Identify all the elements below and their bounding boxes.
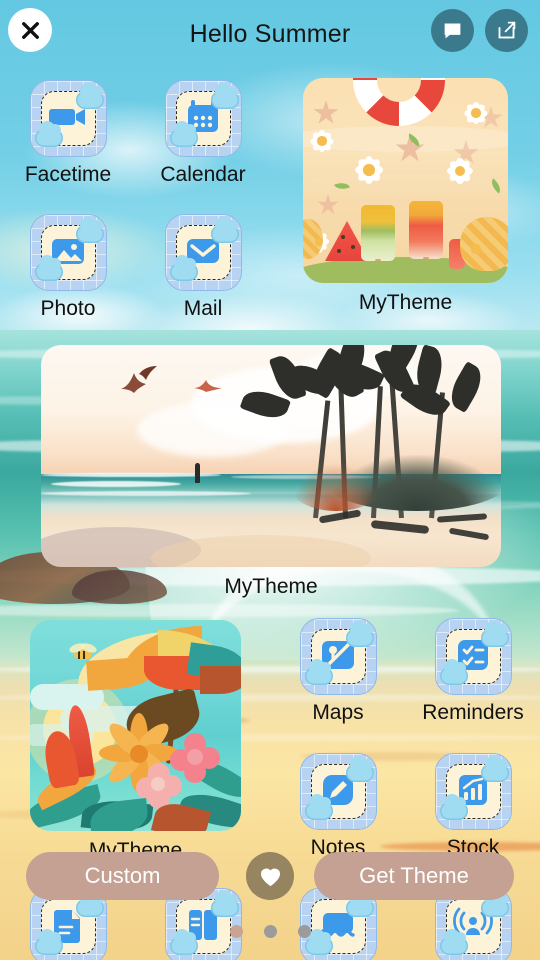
close-button[interactable] [8,8,52,52]
icon-tile [434,753,512,830]
cloud-decoration-icon [345,621,374,647]
app-icon-calendar[interactable]: Calendar [149,80,257,186]
cloud-decoration-icon [480,621,509,647]
person-silhouette [195,463,200,483]
app-icon-facetime[interactable]: Facetime [14,80,122,186]
icon-tile [299,753,377,830]
top-bar: Hello Summer [0,0,540,62]
favorite-button[interactable] [246,852,294,900]
app-label: Mail [183,297,223,320]
top-actions [431,9,528,52]
icon-tile [299,618,377,695]
cloud-decoration-icon [439,659,468,685]
share-external-link-icon [498,21,516,39]
theme-label: MyTheme [358,291,453,314]
app-label: Facetime [24,163,112,186]
cloud-decoration-icon [169,255,198,281]
share-button[interactable] [485,9,528,52]
theme-art-sunset-beach [41,345,501,567]
theme-card-tropical[interactable]: MyTheme [30,620,241,863]
app-label: Calendar [160,163,246,186]
app-label: Maps [312,701,364,724]
custom-button[interactable]: Custom [26,852,219,900]
theme-card-icons[interactable]: MyTheme [303,78,508,315]
icon-tile [29,80,107,157]
cloud-decoration-icon [34,255,63,281]
bird-icon [194,380,222,392]
cloud-decoration-icon [439,794,468,820]
pagination-dot[interactable] [297,925,311,938]
cloud-decoration-icon [304,794,333,820]
cloud-decoration-icon [34,121,63,147]
bird-icon [121,366,157,393]
heart-icon [260,868,280,886]
comment-button[interactable] [431,9,474,52]
bottom-action-bar: Custom Get Theme [0,840,540,960]
cloud-decoration-icon [169,121,198,147]
theme-label: MyTheme [224,575,318,598]
get-theme-button[interactable]: Get Theme [314,852,514,900]
theme-art-beach-pattern [303,78,508,283]
icon-tile [29,214,107,291]
theme-art-tropical-flowers [30,620,241,831]
app-icon-mail[interactable]: Mail [149,214,257,320]
cloud-decoration-icon [304,659,333,685]
app-icon-maps[interactable]: Maps [284,618,392,724]
pagination-dots [0,925,540,938]
icon-tile [434,618,512,695]
pagination-dot[interactable] [263,925,277,938]
theme-preview-screen: Hello Summer Facetime Calendar Photo Mai… [0,0,540,960]
pagination-dot[interactable] [229,925,243,938]
cloud-decoration-icon [210,83,239,109]
icon-tile [164,214,242,291]
icon-tile [164,80,242,157]
app-label: Reminders [422,701,524,724]
theme-card-wallpaper[interactable]: MyTheme [41,345,501,599]
app-icon-photo[interactable]: Photo [14,214,122,320]
close-x-icon [21,21,39,39]
cloud-decoration-icon [210,217,239,243]
cloud-decoration-icon [345,756,374,782]
cloud-decoration-icon [75,83,104,109]
app-label: Photo [40,297,96,320]
cloud-decoration-icon [75,217,104,243]
cloud-decoration-icon [480,756,509,782]
comment-bubble-icon [444,23,461,39]
app-icon-reminders[interactable]: Reminders [419,618,527,724]
